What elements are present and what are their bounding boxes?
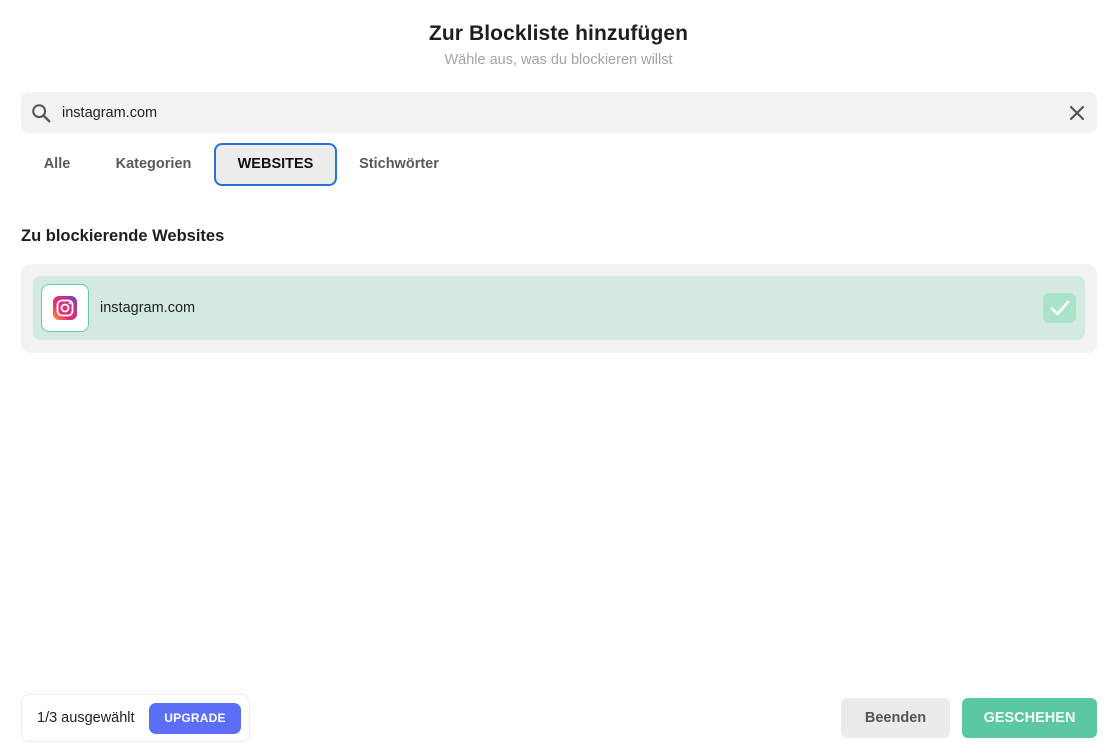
search-bar[interactable]: [21, 92, 1097, 133]
section-title: Zu blockierende Websites: [21, 227, 225, 245]
done-button[interactable]: GESCHEHEN: [962, 698, 1097, 738]
search-input[interactable]: [62, 92, 1052, 133]
close-icon[interactable]: [1065, 101, 1089, 125]
page-subtitle: Wähle aus, was du blockieren willst: [444, 52, 673, 68]
list-item[interactable]: instagram.com: [33, 276, 1085, 340]
list-item-label: instagram.com: [100, 300, 196, 316]
selection-count: 1/3 ausgewählt: [37, 710, 135, 726]
tab-stichwoerter[interactable]: Stichwörter: [337, 143, 461, 186]
selection-status: 1/3 ausgewählt UPGRADE: [21, 694, 250, 742]
tab-websites[interactable]: WEBSITES: [214, 143, 337, 186]
search-icon: [30, 102, 52, 124]
tab-alle[interactable]: Alle: [21, 143, 93, 186]
checkmark-icon[interactable]: [1043, 293, 1076, 323]
quit-button[interactable]: Beenden: [841, 698, 950, 738]
upgrade-button[interactable]: UPGRADE: [149, 703, 241, 734]
tab-bar: Alle Kategorien WEBSITES Stichwörter: [21, 143, 461, 186]
website-list: instagram.com: [21, 264, 1097, 353]
dialog-header: Zur Blockliste hinzufügen Wähle aus, was…: [0, 22, 1117, 68]
page-title: Zur Blockliste hinzufügen: [428, 22, 689, 45]
instagram-icon: [41, 284, 89, 332]
tab-kategorien[interactable]: Kategorien: [93, 143, 214, 186]
